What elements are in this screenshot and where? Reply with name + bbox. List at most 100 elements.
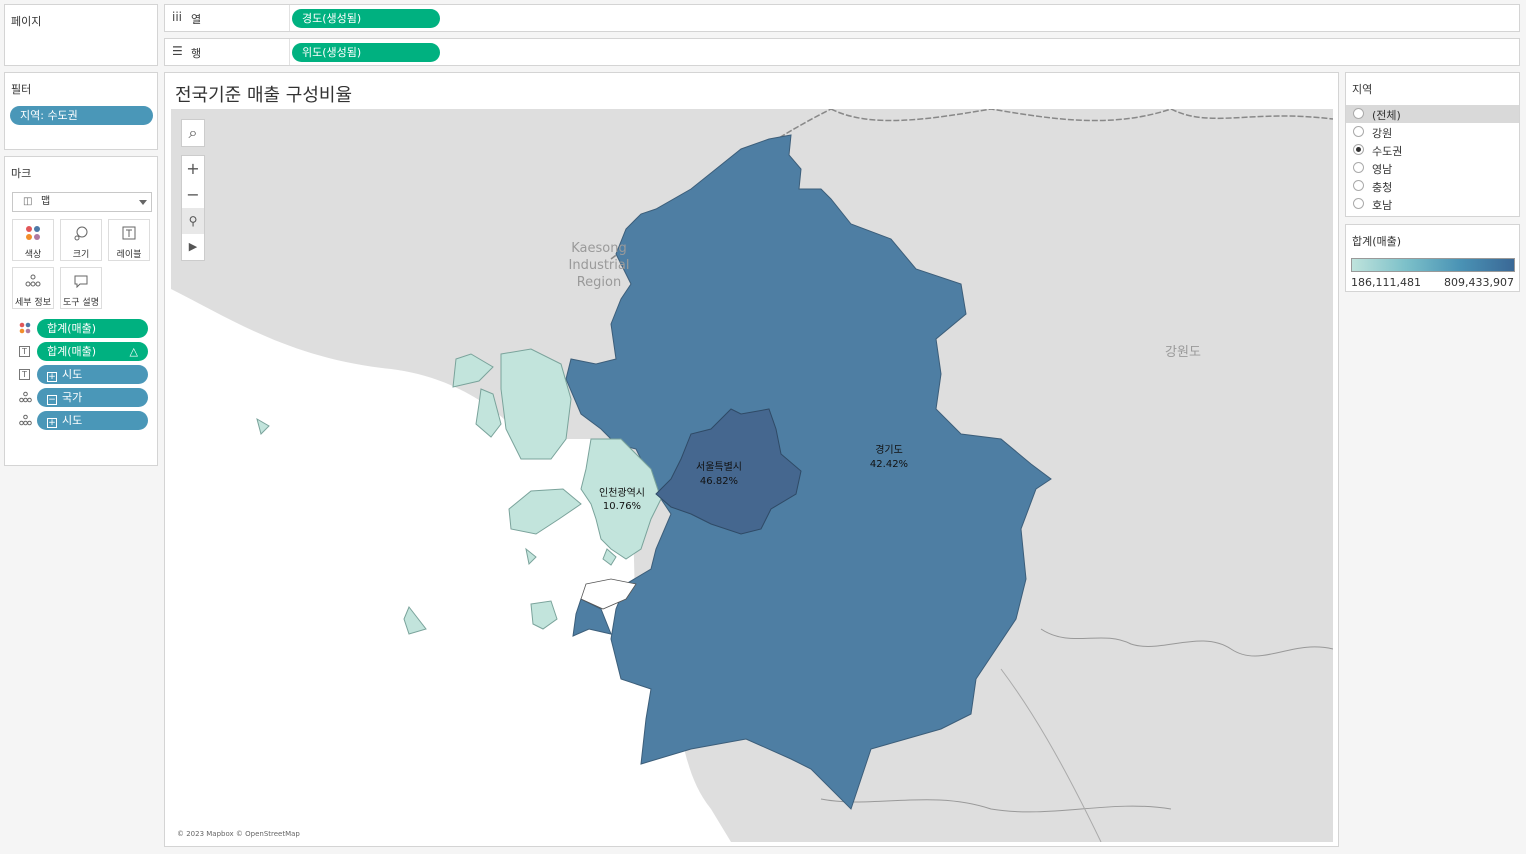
label-button-label: 레이블	[116, 250, 142, 260]
radio-icon[interactable]	[1353, 198, 1364, 209]
tooltip-button-label: 도구 설명	[63, 298, 99, 308]
pill-sum-sales-label[interactable]: 합계(매출) △	[37, 342, 148, 361]
radio-option-chungcheong[interactable]: 충청	[1346, 177, 1519, 195]
radio-icon[interactable]	[1353, 180, 1364, 191]
legend-min-value: 186,111,481	[1351, 276, 1421, 289]
rows-shelf: ☰ 행 위도(생성됨)	[164, 38, 1520, 66]
map-view[interactable]: Kaesong Industrial Region 강원도 서울특별시 46.8…	[171, 109, 1333, 842]
region-filter-card: 지역 (전체) 강원 수도권 영남 충청 호남	[1345, 72, 1520, 217]
rows-shelf-label: 행	[191, 47, 202, 60]
marks-shelf-label-sido: T + 시도	[15, 365, 155, 385]
radio-option-label: 충청	[1372, 181, 1393, 194]
detail-button[interactable]: 세부 정보	[12, 267, 54, 309]
radio-option-label: 호남	[1372, 199, 1393, 212]
map-search-control[interactable]: ⌕	[181, 119, 205, 147]
detail-button-label: 세부 정보	[15, 298, 51, 308]
color-gradient-bar	[1351, 258, 1515, 272]
pill-sum-sales-color[interactable]: 합계(매출)	[37, 319, 148, 338]
radio-option-label: (전체)	[1372, 109, 1401, 122]
columns-shelf-label: 열	[191, 13, 202, 26]
size-icon	[61, 225, 101, 247]
label-button[interactable]: 레이블	[108, 219, 150, 261]
text-icon: T	[19, 369, 30, 380]
detail-dots-icon	[18, 391, 32, 405]
radio-option-gangwon[interactable]: 강원	[1346, 123, 1519, 141]
region-filter-title: 지역	[1352, 83, 1373, 96]
pill-latitude[interactable]: 위도(생성됨)	[292, 43, 440, 62]
label-seoul-pct: 46.82%	[700, 476, 738, 487]
reset-pin-icon[interactable]: ⚲	[182, 208, 204, 234]
pill-country-detail[interactable]: − 국가	[37, 388, 148, 407]
size-button-label: 크기	[72, 250, 90, 260]
color-legend-title: 합계(매출)	[1352, 235, 1402, 248]
label-incheon-name: 인천광역시	[599, 487, 645, 499]
pill-sido-label[interactable]: + 시도	[37, 365, 148, 384]
search-icon[interactable]: ⌕	[182, 120, 204, 146]
worksheet: 전국기준 매출 구성비율 Kaesong Industrial Region 강…	[164, 72, 1339, 847]
label-seoul-name: 서울특별시	[696, 461, 742, 473]
expand-plus-icon[interactable]: +	[47, 418, 57, 428]
label-incheon-pct: 10.76%	[603, 501, 641, 512]
radio-option-label: 영남	[1372, 163, 1393, 176]
marks-shelf-label: T 합계(매출) △	[15, 342, 155, 362]
map-canvas[interactable]: Kaesong Industrial Region 강원도 서울특별시 46.8…	[171, 109, 1333, 842]
radio-icon[interactable]	[1353, 108, 1364, 119]
zoom-in-icon[interactable]: +	[182, 156, 204, 182]
radio-option-yeongnam[interactable]: 영남	[1346, 159, 1519, 177]
radio-icon[interactable]	[1353, 162, 1364, 173]
delta-icon: △	[129, 345, 138, 358]
pill-country-detail-text: 국가	[62, 391, 83, 404]
columns-shelf: iii 열 경도(생성됨)	[164, 4, 1520, 32]
color-dots-icon	[13, 225, 53, 247]
radio-option-label: 강원	[1372, 127, 1393, 140]
tooltip-button[interactable]: 도구 설명	[60, 267, 102, 309]
marks-title: 마크	[11, 167, 32, 180]
radio-selected-icon[interactable]	[1353, 144, 1364, 155]
pill-sum-sales-label-text: 합계(매출)	[47, 345, 97, 358]
filter-pill-region[interactable]: 지역: 수도권	[10, 106, 153, 125]
chevron-down-icon	[139, 200, 147, 205]
color-dots-icon	[18, 322, 32, 336]
filters-panel: 필터 지역: 수도권	[4, 72, 158, 150]
text-icon: T	[19, 346, 30, 357]
marks-shelf-detail-sido: + 시도	[15, 411, 155, 431]
filters-title: 필터	[11, 83, 32, 96]
worksheet-title: 전국기준 매출 구성비율	[175, 85, 353, 106]
pill-sido-label-text: 시도	[62, 368, 83, 381]
collapse-minus-icon[interactable]: −	[47, 395, 57, 405]
marks-panel: 마크 ◫ 맵 색상 크기 레이블 세부 정보 도구 설명 합계(매출) T 합계…	[4, 156, 158, 466]
pill-longitude[interactable]: 경도(생성됨)	[292, 9, 440, 28]
marks-shelf-color: 합계(매출)	[15, 319, 155, 339]
radio-option-sudogwon[interactable]: 수도권	[1346, 141, 1519, 159]
play-arrow-icon[interactable]: ▶	[182, 234, 204, 260]
shelf-divider	[289, 5, 290, 31]
shelf-divider	[289, 39, 290, 65]
map-icon: ◫	[23, 196, 33, 207]
bg-label-industrial: Industrial	[569, 258, 630, 273]
tooltip-icon	[61, 273, 101, 295]
rows-icon: ☰	[172, 44, 183, 58]
text-icon	[109, 225, 149, 247]
marks-shelf-detail-country: − 국가	[15, 388, 155, 408]
mark-type-label: 맵	[41, 196, 51, 207]
bg-label-gangwon: 강원도	[1165, 345, 1201, 360]
radio-icon[interactable]	[1353, 126, 1364, 137]
color-legend-card: 합계(매출) 186,111,481 809,433,907	[1345, 224, 1520, 292]
pages-title: 페이지	[11, 15, 42, 28]
color-button[interactable]: 색상	[12, 219, 54, 261]
legend-max-value: 809,433,907	[1444, 276, 1514, 289]
columns-icon: iii	[172, 10, 183, 24]
color-button-label: 색상	[24, 250, 42, 260]
detail-dots-icon	[13, 273, 53, 295]
detail-dots-icon	[18, 414, 32, 428]
radio-option-honam[interactable]: 호남	[1346, 195, 1519, 213]
expand-plus-icon[interactable]: +	[47, 372, 57, 382]
bg-label-kaesong: Kaesong	[571, 241, 626, 256]
size-button[interactable]: 크기	[60, 219, 102, 261]
mark-type-dropdown[interactable]: ◫ 맵	[12, 192, 152, 212]
radio-option-all[interactable]: (전체)	[1346, 105, 1519, 123]
label-gyeonggi-name: 경기도	[875, 443, 903, 456]
pill-sido-detail[interactable]: + 시도	[37, 411, 148, 430]
zoom-out-icon[interactable]: −	[182, 182, 204, 208]
pages-panel: 페이지	[4, 4, 158, 66]
